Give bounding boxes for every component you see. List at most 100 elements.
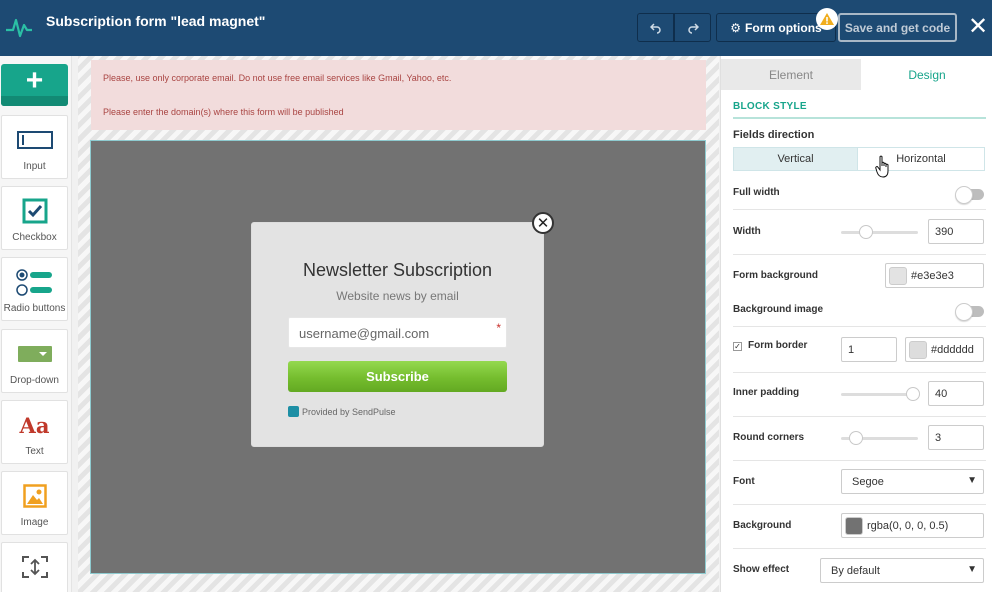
text-icon: Aa	[19, 412, 50, 438]
sendpulse-logo-icon	[288, 406, 299, 417]
tool-spacer[interactable]	[1, 542, 68, 592]
save-and-get-code-button[interactable]: Save and get code	[838, 13, 957, 42]
color-value: #e3e3e3	[911, 269, 954, 282]
form-canvas: Please, use only corporate email. Do not…	[78, 56, 719, 592]
color-swatch[interactable]	[889, 266, 907, 285]
radio-icon	[15, 269, 52, 296]
pulse-logo-icon	[6, 18, 32, 38]
background-image-toggle[interactable]	[955, 303, 984, 321]
color-swatch[interactable]	[909, 340, 927, 359]
direction-vertical-button[interactable]: Vertical	[733, 147, 858, 171]
popup-subtitle[interactable]: Website news by email	[252, 289, 543, 303]
required-mark: *	[496, 321, 501, 335]
email-input[interactable]: username@gmail.com *	[288, 317, 507, 348]
font-select[interactable]: Segoe ▼	[841, 469, 984, 494]
background-label: Background	[733, 520, 792, 531]
notice-text: Please, use only corporate email. Do not…	[103, 73, 452, 83]
color-value: rgba(0, 0, 0, 0.5)	[867, 519, 949, 532]
top-bar: Subscription form "lead magnet" ⚙ Form o…	[0, 0, 992, 56]
divider	[733, 460, 986, 461]
full-width-toggle[interactable]	[955, 186, 984, 204]
show-effect-value: By default	[831, 565, 880, 577]
divider	[733, 254, 986, 255]
hand-cursor-icon	[875, 155, 889, 178]
redo-icon	[687, 22, 699, 34]
provided-by[interactable]: Provided by SendPulse	[288, 406, 396, 417]
caret-down-icon: ▼	[967, 475, 977, 486]
slider-knob[interactable]	[849, 431, 864, 445]
inner-padding-label: Inner padding	[733, 387, 800, 398]
section-title: BLOCK STYLE	[733, 101, 807, 112]
image-icon	[22, 484, 47, 508]
checkbox-icon	[22, 198, 47, 224]
warning-icon[interactable]	[816, 8, 838, 30]
width-input[interactable]: 390	[928, 219, 984, 244]
border-width-input[interactable]: 1	[841, 337, 897, 362]
font-value: Segoe	[852, 476, 884, 488]
show-effect-select[interactable]: By default ▼	[820, 558, 984, 583]
show-effect-label: Show effect	[733, 564, 790, 575]
form-border-checkbox[interactable]: ✓	[733, 342, 742, 351]
spacer-icon	[21, 556, 48, 578]
round-corners-slider[interactable]	[841, 431, 918, 445]
round-corners-input[interactable]: 3	[928, 425, 984, 450]
slider-knob[interactable]	[906, 387, 920, 401]
tool-input[interactable]: Input	[1, 115, 68, 179]
page-title: Subscription form "lead magnet"	[46, 13, 266, 29]
subscription-popup[interactable]: ✕ Newsletter Subscription Website news b…	[251, 212, 554, 447]
inner-padding-slider[interactable]	[841, 387, 920, 401]
tab-element[interactable]: Element	[721, 59, 861, 90]
input-icon	[16, 131, 53, 149]
provided-by-text: Provided by SendPulse	[302, 406, 396, 417]
form-border-label: Form border	[748, 340, 808, 351]
tool-text[interactable]: Aa Text	[1, 400, 68, 464]
tool-checkbox[interactable]: Checkbox	[1, 186, 68, 250]
divider	[733, 209, 986, 210]
undo-icon	[649, 22, 661, 34]
popup-overlay[interactable]: ✕ Newsletter Subscription Website news b…	[90, 140, 706, 574]
settings-panel: Element Design BLOCK STYLE Fields direct…	[720, 56, 992, 592]
popup-close-icon[interactable]: ✕	[532, 212, 554, 234]
redo-button[interactable]	[674, 13, 711, 42]
form-options-label: Form options	[745, 20, 822, 35]
close-icon[interactable]: ✕	[966, 13, 990, 41]
tool-drop-down[interactable]: Drop-down	[1, 329, 68, 393]
add-element-button[interactable]: +	[1, 64, 68, 106]
slider-knob[interactable]	[859, 225, 874, 239]
font-label: Font	[733, 476, 755, 487]
tool-radio-buttons[interactable]: Radio buttons	[1, 257, 68, 321]
tool-label: Image	[20, 517, 49, 528]
form-background-color-input[interactable]: #e3e3e3	[885, 263, 984, 288]
divider	[733, 372, 986, 373]
tab-design[interactable]: Design	[861, 59, 992, 90]
color-swatch[interactable]	[845, 516, 863, 535]
tool-label: Radio buttons	[3, 303, 66, 314]
gear-icon: ⚙	[730, 20, 742, 35]
email-placeholder: username@gmail.com	[299, 326, 430, 341]
inner-padding-input[interactable]: 40	[928, 381, 984, 406]
divider	[733, 548, 986, 549]
color-value: #dddddd	[931, 343, 974, 356]
tool-label: Checkbox	[12, 232, 57, 243]
warning-notice: Please, use only corporate email. Do not…	[91, 60, 706, 130]
full-width-label: Full width	[733, 187, 780, 198]
caret-down-icon: ▼	[967, 564, 977, 575]
width-label: Width	[733, 226, 761, 237]
fields-direction-label: Fields direction	[733, 129, 815, 141]
background-color-input[interactable]: rgba(0, 0, 0, 0.5)	[841, 513, 984, 538]
divider	[733, 504, 986, 505]
round-corners-label: Round corners	[733, 432, 805, 443]
tool-label: Input	[23, 161, 46, 172]
undo-button[interactable]	[637, 13, 674, 42]
border-color-input[interactable]: #dddddd	[905, 337, 984, 362]
element-toolbar: + Input Checkbox Radio buttons Drop-down…	[0, 56, 72, 592]
divider	[733, 416, 986, 417]
form-background-label: Form background	[733, 270, 819, 281]
popup-title[interactable]: Newsletter Subscription	[252, 260, 543, 281]
tool-label: Text	[25, 446, 44, 457]
subscribe-button[interactable]: Subscribe	[288, 361, 507, 392]
width-slider[interactable]	[841, 225, 918, 239]
tool-label: Drop-down	[10, 375, 59, 386]
divider	[733, 326, 986, 327]
tool-image[interactable]: Image	[1, 471, 68, 535]
